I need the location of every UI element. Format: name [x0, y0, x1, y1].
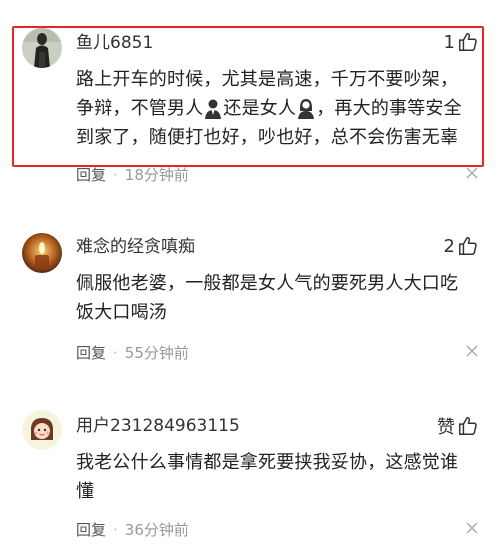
- comment-text-line: 饭大口喝汤: [76, 302, 167, 323]
- candle-photo-icon: [22, 233, 62, 273]
- comment-time: 55分钟前: [124, 344, 189, 362]
- thumbs-up-icon: [459, 236, 477, 255]
- separator-dot: ·: [113, 520, 118, 539]
- thumbs-up-icon: [459, 32, 477, 51]
- like-label: 赞: [437, 417, 455, 438]
- person-dark-photo-icon: [22, 28, 62, 68]
- comment-username[interactable]: 用户231284963115: [76, 415, 240, 437]
- close-icon[interactable]: [465, 521, 479, 535]
- comment-text-line: 佩服他老婆，一般都是女人气的要死男人大口吃: [76, 273, 459, 294]
- comment-time: 18分钟前: [124, 166, 189, 184]
- comment-text: 佩服他老婆，一般都是女人气的要死男人大口吃 饭大口喝汤: [76, 269, 481, 327]
- separator-dot: ·: [113, 343, 118, 362]
- comment-time: 36分钟前: [124, 521, 189, 539]
- like-button[interactable]: 赞: [437, 413, 479, 439]
- comment-text: 路上开车的时候，尤其是高速，千万不要吵架， 争辩，不管男人 还是女人 ，再大的事…: [76, 65, 481, 152]
- comment-meta: 回复 · 18分钟前: [76, 164, 189, 185]
- comment-username[interactable]: 鱼儿6851: [76, 32, 153, 54]
- like-button[interactable]: 2: [444, 235, 479, 257]
- comment-text: 我老公什么事情都是拿死要挟我妥协，这感觉谁 懂: [76, 448, 481, 506]
- comment-text-line: 懂: [76, 481, 95, 502]
- like-count: 1: [443, 31, 455, 53]
- avatar[interactable]: [22, 233, 62, 273]
- reply-button[interactable]: 回复: [76, 164, 106, 185]
- separator-dot: ·: [113, 165, 118, 184]
- text-span: 还是女人: [223, 98, 297, 119]
- avatar[interactable]: [22, 410, 62, 450]
- comment-meta: 回复 · 36分钟前: [76, 519, 189, 540]
- reply-button[interactable]: 回复: [76, 519, 106, 540]
- comment-meta: 回复 · 55分钟前: [76, 342, 189, 363]
- text-span: 争辩，不管男人: [76, 98, 204, 119]
- reply-button[interactable]: 回复: [76, 342, 106, 363]
- comment-text-line: 到家了，随便打也好，吵也好，总不会伤害无辜: [76, 127, 459, 148]
- avatar[interactable]: [22, 28, 62, 68]
- cartoon-girl-icon: [22, 410, 62, 450]
- comment-text-line: 争辩，不管男人 还是女人 ，再大的事等安全: [76, 94, 481, 123]
- like-button[interactable]: 1: [444, 31, 479, 53]
- comment-text-line: 我老公什么事情都是拿死要挟我妥协，这感觉谁: [76, 452, 459, 473]
- close-icon[interactable]: [465, 344, 479, 358]
- comment-text-line: 路上开车的时候，尤其是高速，千万不要吵架，: [76, 69, 459, 90]
- man-emoji-icon: [205, 99, 222, 119]
- text-span: ，再大的事等安全: [316, 98, 462, 119]
- woman-emoji-icon: [298, 98, 315, 119]
- close-icon[interactable]: [465, 166, 479, 180]
- like-count: 2: [443, 235, 455, 257]
- thumbs-up-icon: [459, 416, 477, 435]
- comment-username[interactable]: 难念的经贪嗔痴: [76, 236, 195, 258]
